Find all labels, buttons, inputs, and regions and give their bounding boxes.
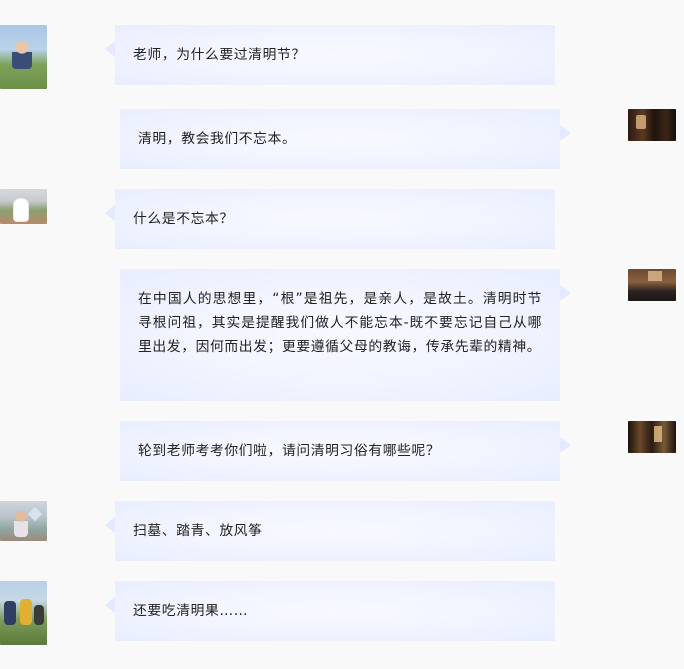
chat-conversation: 老师，为什么要过清明节？ 清明，教会我们不忘本。 什么是不忘本？ 在中国人的思想… <box>0 0 684 669</box>
message-bubble-right: 在中国人的思想里，“根”是祖先，是亲人，是故土。清明时节寻根问祖，其实是提醒我们… <box>120 269 571 401</box>
teacher-avatar[interactable] <box>628 269 676 301</box>
message-bubble-right: 轮到老师考考你们啦，请问清明习俗有哪些呢？ <box>120 421 571 481</box>
avatar-photo-detail <box>648 271 662 281</box>
child-figure <box>34 605 44 625</box>
child-avatar[interactable] <box>0 501 47 541</box>
child-figure <box>20 599 32 625</box>
message-text: 轮到老师考考你们啦，请问清明习俗有哪些呢？ <box>138 443 441 459</box>
teacher-avatar[interactable] <box>628 109 676 141</box>
avatar-photo <box>628 421 676 453</box>
child-figure <box>14 199 28 221</box>
avatar-photo-detail <box>654 426 662 442</box>
message-bubble-left: 老师，为什么要过清明节？ <box>105 25 555 85</box>
message-bubble-left: 扫墓、踏青、放风筝 <box>105 501 555 561</box>
message-bubble-right: 清明，教会我们不忘本。 <box>120 109 571 169</box>
child-figure <box>4 601 16 625</box>
message-text: 什么是不忘本？ <box>133 211 234 227</box>
message-bubble-left: 什么是不忘本？ <box>105 189 555 249</box>
child-avatar[interactable] <box>0 581 47 645</box>
child-avatar[interactable] <box>0 25 47 89</box>
message-bubble-left: 还要吃清明果…… <box>105 581 555 641</box>
child-avatar[interactable] <box>0 189 47 224</box>
avatar-photo-detail <box>636 115 646 129</box>
message-text: 老师，为什么要过清明节？ <box>133 47 306 63</box>
child-figure <box>12 41 32 69</box>
teacher-avatar[interactable] <box>628 421 676 453</box>
message-text: 扫墓、踏青、放风筝 <box>133 523 263 539</box>
message-text: 在中国人的思想里，“根”是祖先，是亲人，是故土。清明时节寻根问祖，其实是提醒我们… <box>138 291 542 355</box>
child-figure <box>14 511 28 537</box>
message-text: 还要吃清明果…… <box>133 603 249 619</box>
message-text: 清明，教会我们不忘本。 <box>138 131 297 147</box>
